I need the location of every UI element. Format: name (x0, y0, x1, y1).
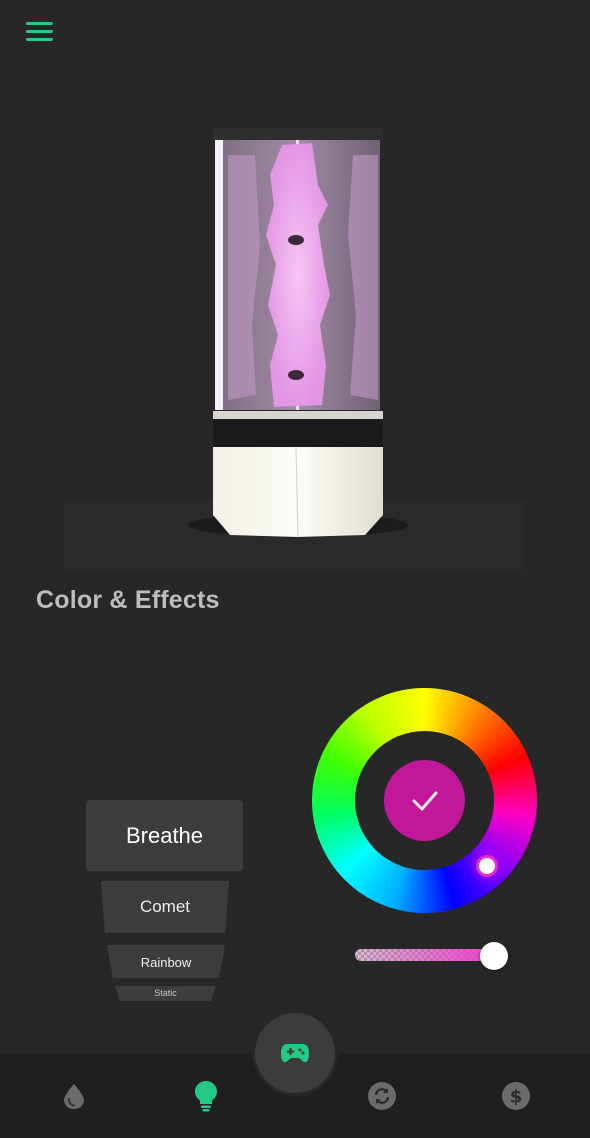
effects-picker[interactable]: Breathe Comet Rainbow Static (80, 795, 250, 1005)
dollar-icon: $ (502, 1082, 530, 1110)
game-mode-button[interactable] (255, 1013, 335, 1093)
apply-color-button[interactable] (384, 760, 465, 841)
water-drop-icon (64, 1084, 84, 1109)
color-wheel-handle[interactable] (479, 858, 495, 874)
effect-option[interactable]: Static (115, 986, 216, 1001)
gamepad-icon (281, 1044, 309, 1062)
effect-option[interactable]: Breathe (86, 800, 243, 871)
sync-icon (368, 1082, 396, 1110)
brightness-slider[interactable] (355, 949, 500, 961)
svg-text:$: $ (510, 1087, 523, 1108)
nav-water[interactable] (58, 1080, 90, 1112)
effect-option[interactable]: Rainbow (107, 945, 225, 978)
checkmark-icon (412, 791, 437, 810)
light-bulb-icon (195, 1081, 217, 1112)
color-wheel[interactable] (312, 688, 537, 913)
nav-shop[interactable]: $ (500, 1080, 532, 1112)
section-title: Color & Effects (36, 586, 220, 614)
hamburger-menu-icon[interactable] (26, 22, 54, 42)
effect-option[interactable]: Comet (101, 881, 229, 933)
nav-sync[interactable] (366, 1080, 398, 1112)
nav-light[interactable] (190, 1080, 222, 1112)
lamp-product-image (65, 128, 525, 570)
brightness-slider-thumb[interactable] (480, 942, 508, 970)
